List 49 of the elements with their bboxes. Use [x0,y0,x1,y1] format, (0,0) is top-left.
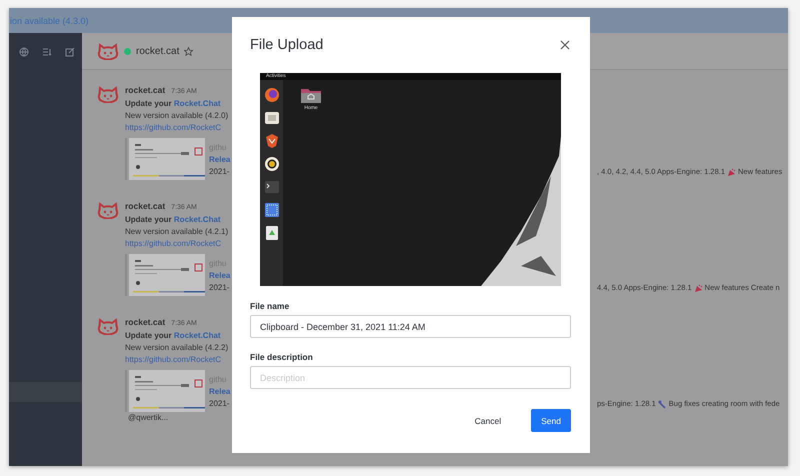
message-text: New version available (4.2.1) [125,226,228,238]
file-name-field[interactable]: Clipboard - December 31, 2021 11:24 AM [250,315,571,338]
message-text: New version available (4.2.0) [125,110,228,122]
dialog-title: File Upload [250,37,324,53]
lion-shield-icon[interactable] [264,133,280,149]
screenshot-icon[interactable] [264,202,280,218]
cat-avatar-icon [97,85,119,103]
star-icon[interactable] [184,46,194,56]
close-button[interactable] [559,39,571,51]
browser-icon[interactable] [264,87,280,103]
speaker-icon[interactable] [264,156,280,172]
files-icon[interactable] [264,110,280,126]
cat-avatar-icon [97,42,119,60]
file-description-field[interactable]: Description [250,366,571,389]
message-title: Update your Rocket.Chat [125,214,221,226]
github-link[interactable]: https://github.com/RocketC [125,122,222,134]
cat-avatar-icon [97,201,119,219]
wrench-icon [658,400,667,408]
mention-text: @qwertik... [128,412,168,424]
preview-date: 2021- [209,166,230,178]
room-name: rocket.cat [136,46,180,56]
preview-date: 2021- [209,282,230,294]
send-button[interactable]: Send [531,409,571,432]
author-name[interactable]: rocket.cat [125,84,166,96]
sort-icon[interactable] [42,47,52,57]
message-text: New version available (4.2.2) [125,342,228,354]
message-title: Update your Rocket.Chat [125,98,221,110]
author-name[interactable]: rocket.cat [125,316,166,328]
preview-date: 2021- [209,398,230,410]
field-label: File description [250,352,314,362]
rocket-chat-link[interactable]: Rocket.Chat [174,215,221,224]
rocket-chat-link[interactable]: Rocket.Chat [174,99,221,108]
github-link[interactable]: https://github.com/RocketC [125,238,222,250]
rocket-chat-link[interactable]: Rocket.Chat [174,331,221,340]
terminal-icon[interactable] [264,179,280,195]
directory-icon[interactable] [19,47,29,57]
party-popper-icon [727,168,736,176]
message-title: Update your Rocket.Chat [125,330,221,342]
party-popper-icon [694,284,703,292]
preview-title-link[interactable]: Relea [209,386,230,398]
close-icon [559,39,571,51]
github-link[interactable]: https://github.com/RocketC [125,354,222,366]
author-name[interactable]: rocket.cat [125,200,166,212]
preview-title-link[interactable]: Relea [209,154,230,166]
field-label: File name [250,301,290,311]
home-folder-icon[interactable] [301,87,321,103]
edit-icon[interactable] [65,47,75,57]
preview-title-link[interactable]: Relea [209,270,230,282]
cat-avatar-icon [97,317,119,335]
